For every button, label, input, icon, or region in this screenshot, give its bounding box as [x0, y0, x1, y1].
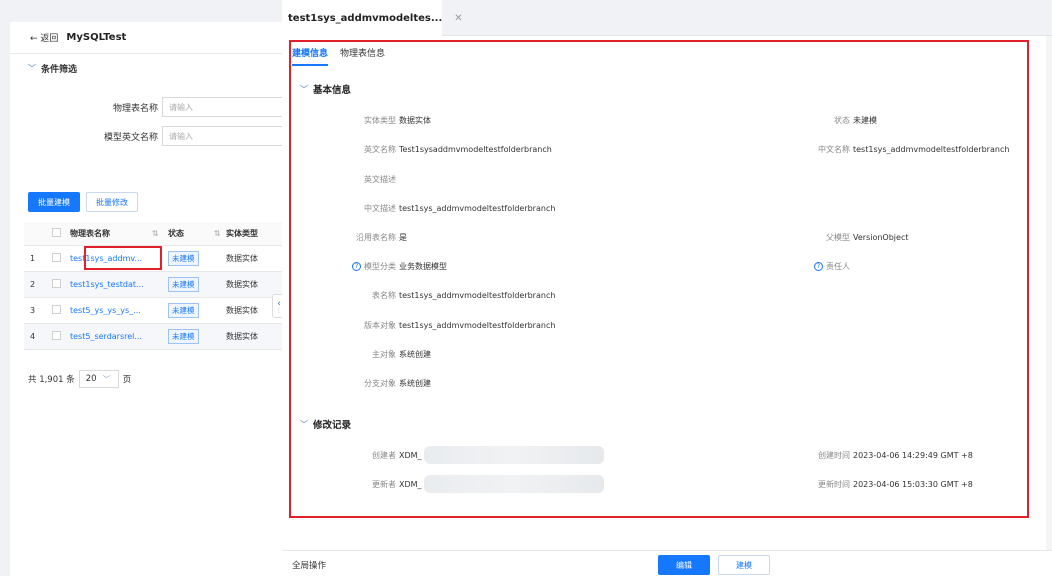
row-number: 2 [30, 280, 36, 289]
physical-name-input[interactable]: 请输入 [162, 97, 282, 117]
sort-icon[interactable]: ⇅ [214, 229, 226, 238]
list-header: ← 返回 MySQLTest [10, 22, 282, 54]
edit-button[interactable]: 编辑 [658, 555, 710, 575]
row-number: 3 [30, 306, 36, 315]
col-entity-type[interactable]: 实体类型 [226, 228, 282, 239]
total-count: 共 1,901 条 [28, 375, 75, 385]
entity-type: 数据实体 [226, 254, 258, 263]
sort-icon[interactable]: ⇅ [152, 229, 168, 238]
chevron-down-icon: ﹀ [28, 64, 36, 73]
footer-bar: 全局操作 编辑 建模 [282, 550, 1052, 576]
table-row[interactable]: 4 test5_serdarsrel... 未建模 数据实体 [24, 324, 282, 350]
scrollbar[interactable] [1046, 36, 1052, 550]
status-badge: 未建模 [168, 303, 199, 318]
row-checkbox[interactable] [52, 279, 61, 288]
row-name-link[interactable]: test5_serdarsrel... [70, 332, 152, 341]
global-actions-label: 全局操作 [292, 561, 327, 571]
filter-label: 模型英文名称 [103, 132, 158, 143]
detail-tab-title: test1sys_addmvmodeltes... [288, 12, 443, 24]
row-checkbox[interactable] [52, 331, 61, 340]
page-unit: 页 [122, 375, 132, 385]
row-checkbox[interactable] [52, 253, 61, 262]
row-name-link[interactable]: test1sys_testdat... [70, 280, 152, 289]
status-badge: 未建模 [168, 329, 199, 344]
page-size-value: 20 [85, 374, 97, 384]
row-checkbox[interactable] [52, 305, 61, 314]
detail-drawer: test1sys_addmvmodeltes... ✕ 建模信息 物理表信息 ﹀… [282, 0, 1052, 576]
detail-tabbar: test1sys_addmvmodeltes... ✕ [282, 0, 1052, 36]
table-header: 物理表名称 ⇅ 状态 ⇅ 实体类型 [24, 222, 282, 246]
filter-toggle[interactable]: ﹀ 条件筛选 [28, 62, 77, 75]
entity-type: 数据实体 [226, 332, 258, 341]
close-icon[interactable]: ✕ [454, 13, 462, 24]
detail-tab[interactable]: test1sys_addmvmodeltes... ✕ [282, 0, 463, 36]
build-button[interactable]: 建模 [718, 555, 770, 575]
row-number: 4 [30, 332, 36, 341]
batch-edit-button[interactable]: 批量修改 [86, 192, 138, 212]
chevron-down-icon: ﹀ [102, 374, 111, 384]
entity-type: 数据实体 [226, 280, 258, 289]
select-all-checkbox[interactable] [52, 228, 61, 237]
filter-label: 物理表名称 [112, 103, 158, 114]
row-name-link[interactable]: test5_ys_ys_ys_... [70, 306, 152, 315]
model-name-input[interactable]: 请输入 [162, 126, 282, 146]
row-number: 1 [30, 254, 36, 263]
filter-title: 条件筛选 [41, 65, 78, 75]
pagination: 共 1,901 条 20 ﹀ 页 [28, 370, 131, 388]
page-size-select[interactable]: 20 ﹀ [78, 370, 119, 388]
filter-row-model-name: 模型英文名称 请输入 [10, 125, 282, 147]
col-status[interactable]: 状态 [168, 228, 214, 239]
table-row[interactable]: 3 test5_ys_ys_ys_... 未建模 数据实体 [24, 298, 282, 324]
col-physical-name[interactable]: 物理表名称 [70, 228, 152, 239]
filter-row-physical-name: 物理表名称 请输入 [10, 96, 282, 118]
model-table: 物理表名称 ⇅ 状态 ⇅ 实体类型 1 test1sys_addmv... 未建… [24, 222, 282, 350]
back-link[interactable]: ← 返回 [30, 31, 58, 44]
highlight-box [289, 40, 1029, 518]
status-badge: 未建模 [168, 277, 199, 292]
status-badge: 未建模 [168, 251, 199, 266]
batch-build-button[interactable]: 批量建模 [28, 192, 80, 212]
highlight-box [84, 246, 162, 270]
project-title: MySQLTest [66, 32, 127, 43]
table-row[interactable]: 2 test1sys_testdat... 未建模 数据实体 [24, 272, 282, 298]
